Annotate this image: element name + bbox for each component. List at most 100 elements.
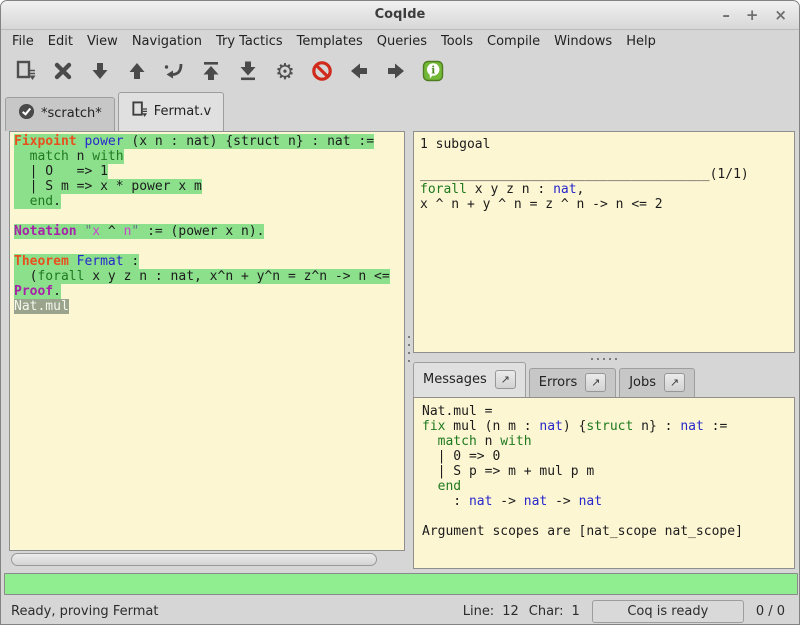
detach-button[interactable]: ↗ bbox=[495, 370, 516, 389]
code-line: Nat.mul bbox=[14, 299, 404, 314]
info-icon: i bbox=[421, 59, 445, 87]
menu-item-help[interactable]: Help bbox=[619, 31, 663, 52]
char-value: 1 bbox=[572, 604, 580, 619]
coq-status-button[interactable]: Coq is ready bbox=[592, 600, 744, 623]
tab-errors[interactable]: Errors ↗ bbox=[529, 368, 616, 397]
tab-label: Jobs bbox=[629, 375, 656, 390]
arrow-right-icon bbox=[384, 59, 408, 87]
tab-label: *scratch* bbox=[41, 106, 102, 121]
tab-scratch[interactable]: *scratch* bbox=[5, 97, 115, 131]
code-line: end. bbox=[14, 194, 404, 209]
check-circle-icon bbox=[18, 103, 35, 124]
tab-jobs[interactable]: Jobs ↗ bbox=[619, 368, 695, 397]
restart-button[interactable] bbox=[194, 57, 228, 89]
svg-text:i: i bbox=[431, 64, 435, 76]
messages-pane[interactable]: Nat.mul =fix mul (n m : nat) {struct n} … bbox=[413, 397, 795, 569]
line-value: 12 bbox=[502, 604, 519, 619]
vertical-splitter[interactable] bbox=[405, 131, 413, 567]
minimize-button[interactable]: – bbox=[722, 6, 730, 24]
code-line bbox=[420, 152, 788, 167]
goto-cursor-icon bbox=[162, 59, 186, 87]
save-icon bbox=[14, 59, 38, 87]
menu-item-queries[interactable]: Queries bbox=[370, 31, 434, 52]
code-line: (forall x y z n : nat, x^n + y^n = z^n -… bbox=[14, 269, 404, 284]
arrow-down-icon bbox=[88, 59, 112, 87]
code-line: Nat.mul = bbox=[422, 404, 786, 419]
status-text: Ready, proving Fermat bbox=[11, 604, 453, 619]
menu-item-templates[interactable]: Templates bbox=[290, 31, 370, 52]
menubar: FileEditViewNavigationTry TacticsTemplat… bbox=[1, 29, 800, 53]
char-label: Char: bbox=[529, 604, 564, 619]
titlebar[interactable]: CoqIde – + × bbox=[1, 1, 799, 30]
back-button[interactable] bbox=[342, 57, 376, 89]
code-line: _____________________________________(1/… bbox=[420, 167, 788, 182]
menu-item-view[interactable]: View bbox=[80, 31, 125, 52]
interrupt-icon bbox=[310, 59, 334, 87]
menu-item-compile[interactable]: Compile bbox=[480, 31, 547, 52]
document-tabbar: *scratch* Fermat.v bbox=[1, 93, 800, 131]
coqide-window: CoqIde – + × FileEditViewNavigationTry T… bbox=[0, 0, 800, 625]
menu-item-edit[interactable]: Edit bbox=[41, 31, 80, 52]
window-controls: – + × bbox=[722, 1, 787, 29]
settings-button[interactable]: ⚙ bbox=[268, 57, 302, 89]
scrollbar-thumb[interactable] bbox=[11, 553, 377, 566]
statusbar: Ready, proving Fermat Line: 12 Char: 1 C… bbox=[1, 597, 799, 625]
code-line: | O => 1 bbox=[14, 164, 404, 179]
goals-pane[interactable]: 1 subgoal ______________________________… bbox=[413, 131, 795, 353]
menu-item-navigation[interactable]: Navigation bbox=[125, 31, 209, 52]
code-line: end bbox=[422, 479, 786, 494]
code-line: fix mul (n m : nat) {struct n} : nat := bbox=[422, 419, 786, 434]
detach-icon: ↗ bbox=[501, 373, 510, 386]
tab-fermat[interactable]: Fermat.v bbox=[118, 92, 224, 131]
code-line: : nat -> nat -> nat bbox=[422, 494, 786, 509]
menu-item-try-tactics[interactable]: Try Tactics bbox=[209, 31, 290, 52]
horizontal-scrollbar[interactable] bbox=[9, 552, 405, 566]
detach-icon: ↗ bbox=[591, 376, 600, 389]
code-line: Theorem Fermat : bbox=[14, 254, 404, 269]
goto-cursor-button[interactable] bbox=[157, 57, 191, 89]
line-label: Line: bbox=[463, 604, 494, 619]
arrow-left-icon bbox=[347, 59, 371, 87]
code-line: match n with bbox=[422, 434, 786, 449]
close-icon bbox=[51, 59, 75, 87]
tab-label: Messages bbox=[423, 372, 487, 387]
goto-end-icon bbox=[236, 59, 260, 87]
code-line bbox=[14, 239, 404, 254]
window-title: CoqIde bbox=[1, 1, 799, 29]
goto-start-icon bbox=[199, 59, 223, 87]
close-doc-button[interactable] bbox=[46, 57, 80, 89]
code-line: Proof. bbox=[14, 284, 404, 299]
menu-item-windows[interactable]: Windows bbox=[547, 31, 619, 52]
code-line: x ^ n + y ^ n = z ^ n -> n <= 2 bbox=[420, 197, 788, 212]
about-button[interactable]: i bbox=[416, 57, 450, 89]
step-back-button[interactable] bbox=[120, 57, 154, 89]
script-editor[interactable]: Fixpoint power (x n : nat) {struct n} : … bbox=[9, 131, 405, 551]
code-line: | S m => x * power x m bbox=[14, 179, 404, 194]
tab-messages[interactable]: Messages ↗ bbox=[413, 362, 526, 397]
code-line: 1 subgoal bbox=[420, 137, 788, 152]
arrow-up-icon bbox=[125, 59, 149, 87]
step-forward-button[interactable] bbox=[83, 57, 117, 89]
goto-end-button[interactable] bbox=[231, 57, 265, 89]
close-button[interactable]: × bbox=[774, 6, 787, 24]
interrupt-button[interactable] bbox=[305, 57, 339, 89]
message-tabbar: Messages ↗ Errors ↗ Jobs ↗ bbox=[413, 363, 795, 397]
code-line: forall x y z n : nat, bbox=[420, 182, 788, 197]
gear-icon: ⚙ bbox=[275, 62, 295, 84]
tab-label: Errors bbox=[539, 375, 577, 390]
menu-item-file[interactable]: File bbox=[5, 31, 41, 52]
code-line: Notation "x ^ n" := (power x n). bbox=[14, 224, 404, 239]
save-button[interactable] bbox=[9, 57, 43, 89]
detach-icon: ↗ bbox=[670, 376, 679, 389]
detach-button[interactable]: ↗ bbox=[664, 373, 685, 392]
file-icon bbox=[131, 101, 148, 122]
tab-label: Fermat.v bbox=[154, 104, 211, 119]
detach-button[interactable]: ↗ bbox=[585, 373, 606, 392]
code-line: | 0 => 0 bbox=[422, 449, 786, 464]
code-line: match n with bbox=[14, 149, 404, 164]
maximize-button[interactable]: + bbox=[746, 6, 759, 24]
forward-button[interactable] bbox=[379, 57, 413, 89]
code-line: Argument scopes are [nat_scope nat_scope… bbox=[422, 524, 786, 539]
menu-item-tools[interactable]: Tools bbox=[434, 31, 480, 52]
code-line: | S p => m + mul p m bbox=[422, 464, 786, 479]
